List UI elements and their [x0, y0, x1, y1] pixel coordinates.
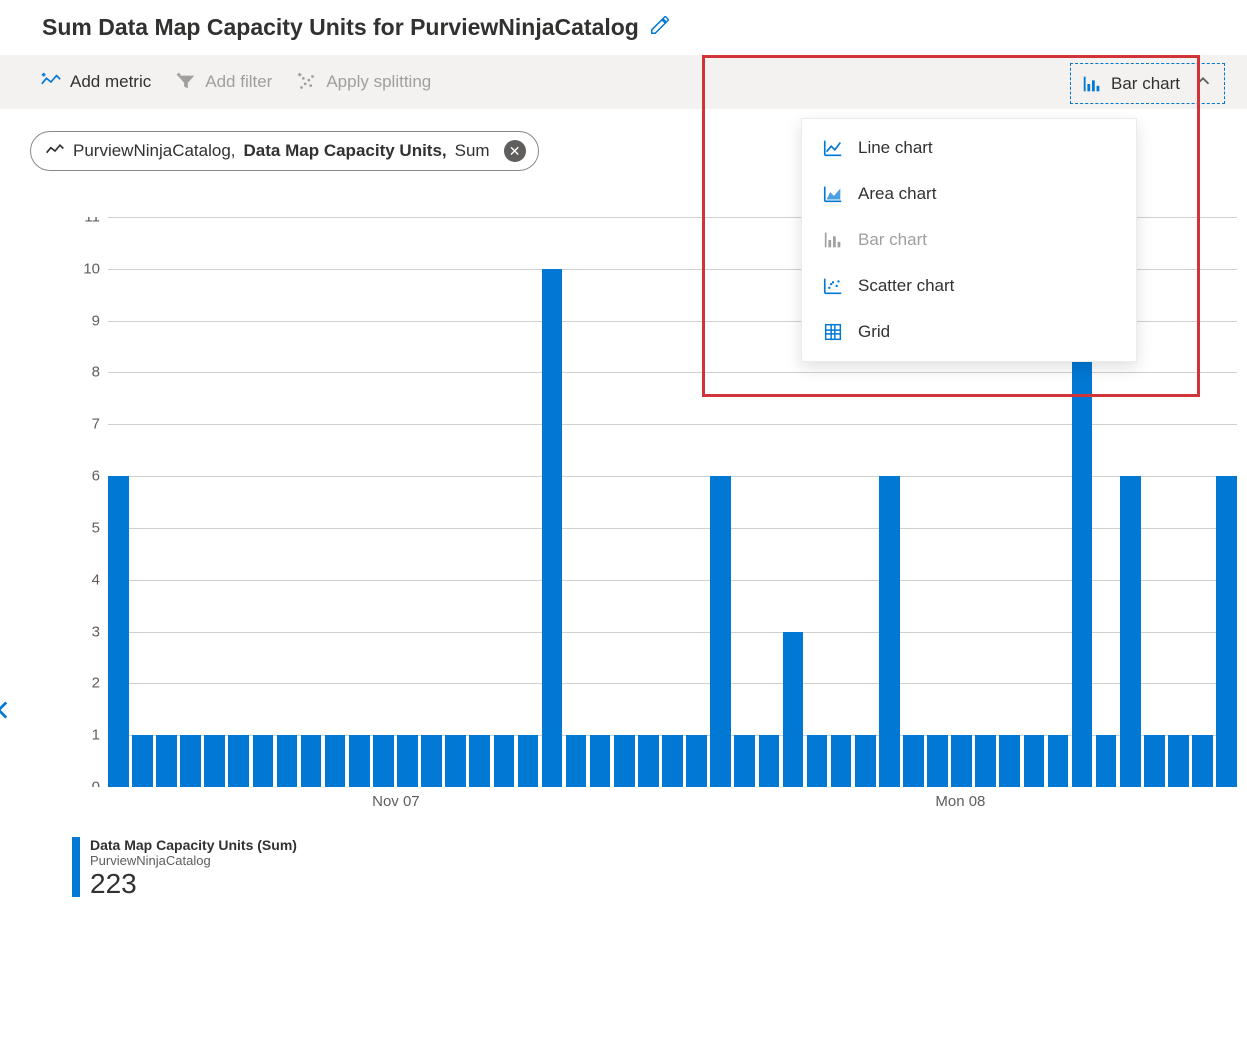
chart-bar[interactable] — [349, 735, 370, 787]
x-axis-tick: Nov 07 — [372, 793, 420, 810]
chart-bar[interactable] — [253, 735, 274, 787]
chart-bar[interactable] — [1048, 735, 1069, 787]
chart-bar[interactable] — [494, 735, 515, 787]
chart-bar[interactable] — [1168, 735, 1189, 787]
chart-bar[interactable] — [1096, 735, 1117, 787]
chart-bar[interactable] — [927, 735, 948, 787]
chart-bar[interactable] — [301, 735, 322, 787]
dropdown-item-label: Line chart — [858, 138, 933, 158]
chart-bar[interactable] — [734, 735, 755, 787]
chart-bar[interactable] — [686, 735, 707, 787]
dropdown-item-label: Area chart — [858, 184, 936, 204]
legend-resource-name: PurviewNinjaCatalog — [90, 853, 297, 868]
legend-color-swatch — [72, 837, 80, 897]
chart-bar[interactable] — [831, 735, 852, 787]
metric-pill-resource: PurviewNinjaCatalog, — [73, 141, 236, 161]
legend-metric-name: Data Map Capacity Units (Sum) — [90, 837, 297, 853]
dropdown-item-label: Bar chart — [858, 230, 927, 250]
dropdown-item-bar-chart[interactable]: Bar chart — [802, 217, 1136, 263]
dropdown-item-label: Scatter chart — [858, 276, 954, 296]
area-chart-icon — [822, 183, 844, 205]
chart-bar[interactable] — [1192, 735, 1213, 787]
chart-bar[interactable] — [277, 735, 298, 787]
chart-bar[interactable] — [759, 735, 780, 787]
chart-type-dropdown: Line chart Area chart Bar chart Scatter … — [801, 118, 1137, 362]
chart-bar[interactable] — [518, 735, 539, 787]
chart-bar[interactable] — [903, 735, 924, 787]
chart-toolbar: Add metric Add filter Apply splitting Ba… — [0, 55, 1247, 109]
chart-bar[interactable] — [1216, 476, 1237, 787]
chart-type-label: Bar chart — [1111, 74, 1180, 94]
chart-bar[interactable] — [180, 735, 201, 787]
add-filter-label: Add filter — [205, 72, 272, 92]
chart-bar[interactable] — [542, 269, 563, 787]
dropdown-item-scatter-chart[interactable]: Scatter chart — [802, 263, 1136, 309]
chart-bar[interactable] — [397, 735, 418, 787]
metric-pill[interactable]: PurviewNinjaCatalog, Data Map Capacity U… — [30, 131, 539, 171]
metric-icon — [45, 141, 65, 161]
chart-bar[interactable] — [1144, 735, 1165, 787]
chart-bar[interactable] — [638, 735, 659, 787]
chart-bar[interactable] — [108, 476, 129, 787]
add-filter-button[interactable]: Add filter — [175, 71, 272, 93]
chart-legend: Data Map Capacity Units (Sum) PurviewNin… — [0, 817, 1247, 898]
chevron-left-icon[interactable] — [0, 697, 16, 728]
dropdown-item-grid[interactable]: Grid — [802, 309, 1136, 355]
chart-bar[interactable] — [975, 735, 996, 787]
chart-bar[interactable] — [951, 735, 972, 787]
remove-metric-icon[interactable]: ✕ — [504, 140, 526, 162]
page-title: Sum Data Map Capacity Units for PurviewN… — [42, 14, 639, 41]
dropdown-item-line-chart[interactable]: Line chart — [802, 125, 1136, 171]
metric-pill-aggregation: Sum — [455, 141, 490, 161]
chart-bar[interactable] — [999, 735, 1020, 787]
chart-bar[interactable] — [662, 735, 683, 787]
chevron-up-icon — [1192, 70, 1214, 97]
chart-bar[interactable] — [614, 735, 635, 787]
line-chart-icon — [822, 137, 844, 159]
chart-bar[interactable] — [879, 476, 900, 787]
edit-title-icon[interactable] — [649, 14, 671, 41]
chart-bar[interactable] — [855, 735, 876, 787]
chart-bar[interactable] — [1072, 321, 1093, 787]
chart-bar[interactable] — [228, 735, 249, 787]
chart-type-dropdown-trigger[interactable]: Bar chart — [1070, 63, 1225, 104]
grid-icon — [822, 321, 844, 343]
dropdown-item-area-chart[interactable]: Area chart — [802, 171, 1136, 217]
apply-splitting-button[interactable]: Apply splitting — [296, 71, 431, 93]
bar-chart-icon — [822, 229, 844, 251]
apply-splitting-label: Apply splitting — [326, 72, 431, 92]
chart-bar[interactable] — [421, 735, 442, 787]
chart-bar[interactable] — [1120, 476, 1141, 787]
metric-pill-metric: Data Map Capacity Units, — [244, 141, 447, 161]
x-axis-tick: Mon 08 — [935, 793, 985, 810]
chart-bar[interactable] — [566, 735, 587, 787]
chart-bar[interactable] — [783, 632, 804, 787]
chart-bar[interactable] — [445, 735, 466, 787]
chart-bar[interactable] — [1024, 735, 1045, 787]
chart-bar[interactable] — [807, 735, 828, 787]
chart-bar[interactable] — [325, 735, 346, 787]
chart-bar[interactable] — [590, 735, 611, 787]
chart-bar[interactable] — [710, 476, 731, 787]
add-metric-button[interactable]: Add metric — [40, 71, 151, 93]
chart-bar[interactable] — [373, 735, 394, 787]
chart-bar[interactable] — [204, 735, 225, 787]
legend-sum-value: 223 — [90, 870, 297, 898]
chart-bar[interactable] — [156, 735, 177, 787]
scatter-chart-icon — [822, 275, 844, 297]
add-metric-label: Add metric — [70, 72, 151, 92]
dropdown-item-label: Grid — [858, 322, 890, 342]
chart-bar[interactable] — [132, 735, 153, 787]
chart-bar[interactable] — [469, 735, 490, 787]
